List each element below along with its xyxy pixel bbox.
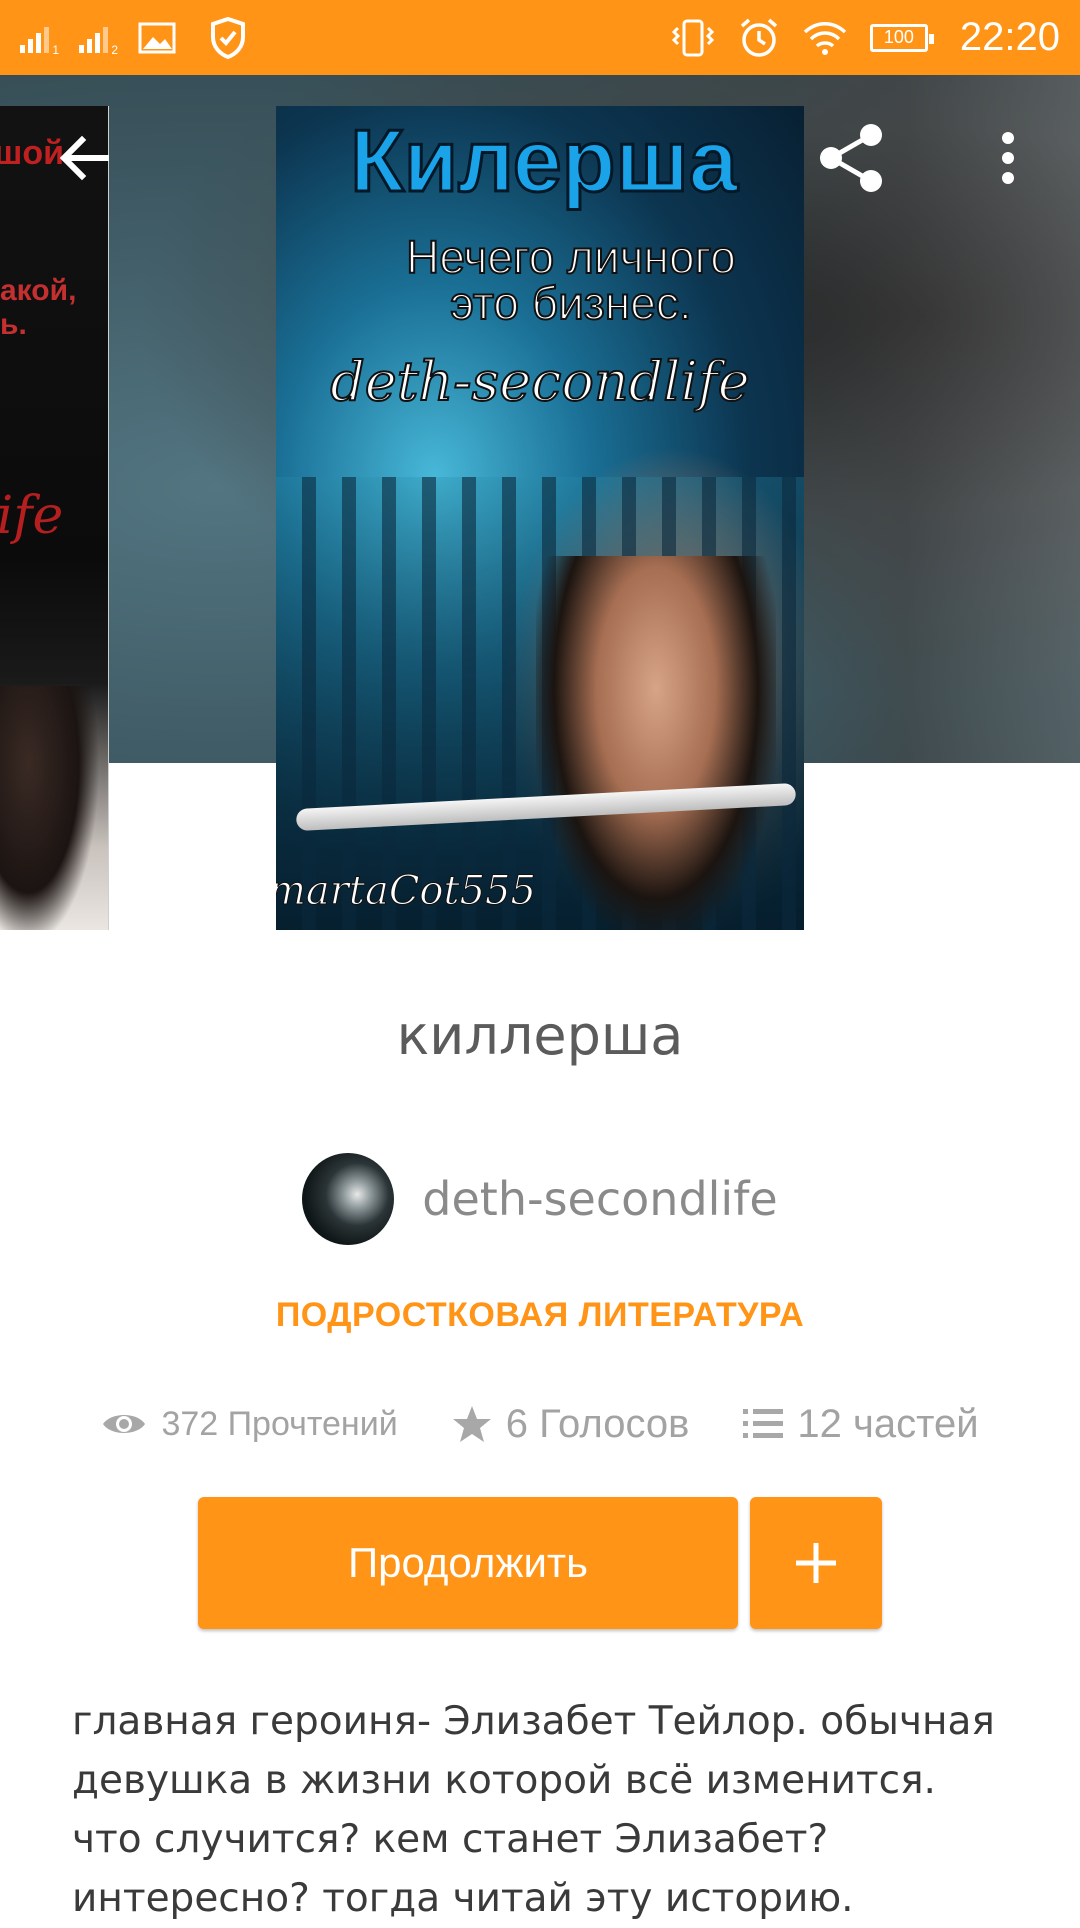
votes-stat: 6 Голосов (452, 1402, 689, 1447)
avatar[interactable] (302, 1153, 395, 1245)
vibrate-icon (671, 19, 715, 56)
gallery-icon (138, 22, 176, 53)
more-vert-icon (1002, 132, 1014, 184)
genre-link[interactable]: ПОДРОСТКОВАЯ ЛИТЕРАТУРА (0, 1296, 1080, 1335)
cover-author: deth-secondlife (329, 349, 751, 414)
eye-icon (103, 1415, 146, 1433)
story-title: киллерша (396, 1004, 684, 1067)
arrow-back-icon (59, 135, 109, 181)
signal-icon: 1 (20, 23, 59, 57)
status-time: 22:20 (959, 15, 1060, 59)
list-icon (743, 1409, 784, 1438)
author-name[interactable]: deth-secondlife (422, 1172, 777, 1226)
reads-stat: 372 Прочтений (101, 1405, 398, 1444)
battery-icon: 100 (869, 23, 934, 52)
star-icon (452, 1406, 491, 1442)
cover-artist: martaCot555 (276, 868, 536, 915)
author-row[interactable]: deth-secondlife (0, 1152, 1080, 1246)
parts-stat[interactable]: 12 частей (743, 1402, 979, 1447)
wifi-icon (803, 21, 847, 55)
continue-reading-button[interactable]: Продолжить (198, 1497, 738, 1629)
add-to-library-button[interactable] (750, 1497, 882, 1629)
share-icon (820, 124, 882, 192)
cover-title: Килерша (349, 110, 740, 212)
previous-story-cover[interactable]: шой акой, ь. life (0, 106, 109, 930)
cover-subtitle: Нечего личного это бизнес. (405, 231, 737, 329)
story-description: главная героиня- Элизабет Тейлор. обычна… (72, 1699, 995, 1921)
plus-icon (796, 1543, 836, 1583)
side-cover-text: life (0, 486, 64, 546)
back-button[interactable] (44, 118, 124, 198)
alarm-icon (740, 18, 778, 57)
story-stats: 372 Прочтений 6 Голосов 12 частей (0, 1398, 1080, 1450)
status-bar: 1 2 100 22:20 (0, 0, 1080, 75)
share-button[interactable] (812, 118, 892, 198)
shield-check-icon (211, 16, 245, 59)
more-options-button[interactable] (968, 118, 1048, 198)
side-cover-text: акой, ь. (0, 274, 77, 341)
signal-icon: 2 (79, 23, 118, 57)
story-cover[interactable]: Килерша Нечего личного это бизнес. deth-… (276, 106, 804, 930)
